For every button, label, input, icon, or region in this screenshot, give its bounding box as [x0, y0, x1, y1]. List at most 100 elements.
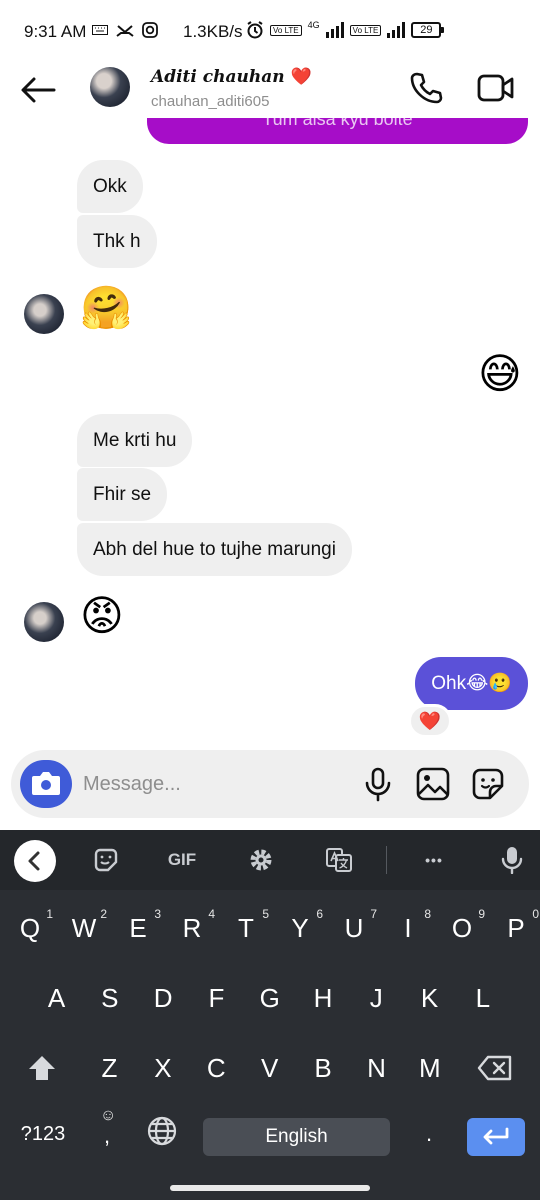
language-key[interactable]	[140, 1112, 184, 1156]
message-list[interactable]: Tum aisa kyu bolte Okk Thk h 🤗 😅 Me krti…	[0, 118, 540, 750]
enter-icon	[483, 1127, 509, 1145]
key-e[interactable]: E3	[111, 902, 165, 954]
instagram-icon	[142, 22, 158, 38]
contact-username[interactable]: chauhan_aditi605	[151, 93, 269, 110]
missed-call-icon	[116, 25, 134, 37]
soft-keyboard: GIF ••• Q1W2E3R4T5Y6U7I8O9P0 ASDFGHJKL Z…	[0, 830, 540, 1200]
key-l[interactable]: L	[456, 972, 509, 1024]
key-n[interactable]: N	[350, 1042, 403, 1094]
globe-icon	[147, 1116, 177, 1146]
status-notification-icons	[92, 22, 158, 38]
translate-button[interactable]	[319, 842, 359, 878]
keyboard-notify-icon	[92, 25, 108, 35]
incoming-message[interactable]: Abh del hue to tujhe marungi	[77, 523, 352, 576]
key-q[interactable]: Q1	[3, 902, 57, 954]
status-system-icons: Vo LTE 4G Vo LTE 29	[246, 20, 445, 39]
incoming-message[interactable]: Thk h	[77, 215, 157, 268]
key-t[interactable]: T5	[219, 902, 273, 954]
outgoing-message[interactable]: Ohk😂🥲	[415, 657, 528, 710]
message-composer	[11, 750, 529, 818]
key-f[interactable]: F	[190, 972, 243, 1024]
chevron-left-icon	[28, 851, 40, 871]
backspace-icon	[477, 1055, 512, 1081]
screen: 9:31 AM 1.3KB/s Vo LTE 4G Vo LTE 29 Adit…	[0, 0, 540, 1200]
key-row-1: Q1W2E3R4T5Y6U7I8O9P0	[0, 902, 540, 956]
key-y[interactable]: Y6	[273, 902, 327, 954]
toolbar-divider	[386, 846, 387, 874]
incoming-emoji-message[interactable]: 😡	[80, 592, 124, 640]
key-r[interactable]: R4	[165, 902, 219, 954]
key-a[interactable]: A	[30, 972, 83, 1024]
symbols-key[interactable]: ?123	[14, 1112, 72, 1156]
comma-emoji-key[interactable]: ☺ ,	[88, 1104, 128, 1158]
net-speed: 1.3KB/s	[183, 22, 243, 41]
video-camera-icon	[477, 74, 514, 102]
back-button[interactable]	[18, 72, 58, 108]
key-m[interactable]: M	[403, 1042, 456, 1094]
incoming-message[interactable]: Okk	[77, 160, 143, 213]
sticker-button[interactable]	[470, 766, 506, 802]
translate-icon	[326, 848, 352, 872]
sender-avatar[interactable]	[24, 294, 64, 334]
alarm-icon	[247, 21, 263, 39]
outgoing-emoji-message[interactable]: 😅	[478, 350, 522, 398]
key-g[interactable]: G	[243, 972, 296, 1024]
sender-avatar[interactable]	[24, 602, 64, 642]
key-k[interactable]: K	[403, 972, 456, 1024]
sticker-tool-button[interactable]	[86, 842, 126, 878]
key-b[interactable]: B	[297, 1042, 350, 1094]
gallery-button[interactable]	[415, 766, 451, 802]
incoming-message[interactable]: Fhir se	[77, 468, 168, 521]
gesture-nav-bar[interactable]	[170, 1185, 370, 1191]
heart-reaction[interactable]: ❤️	[408, 704, 452, 738]
microphone-icon	[365, 767, 391, 802]
key-u[interactable]: U7	[327, 902, 381, 954]
period-key[interactable]: .	[414, 1108, 444, 1152]
space-key[interactable]: English	[203, 1118, 390, 1156]
key-j[interactable]: J	[350, 972, 403, 1024]
key-p[interactable]: P0	[489, 902, 540, 954]
key-w[interactable]: W2	[57, 902, 111, 954]
keyboard-collapse-button[interactable]	[14, 840, 56, 882]
microphone-icon	[501, 847, 523, 875]
voice-call-button[interactable]	[408, 70, 444, 106]
network-type: 4G	[307, 20, 320, 30]
gif-button[interactable]: GIF	[162, 842, 202, 878]
key-c[interactable]: C	[190, 1042, 243, 1094]
shift-icon	[29, 1056, 55, 1080]
more-options-button[interactable]: •••	[414, 842, 454, 878]
shift-key[interactable]	[16, 1042, 68, 1094]
camera-button[interactable]	[20, 760, 72, 808]
voice-message-button[interactable]	[361, 766, 395, 802]
incoming-message[interactable]: Me krti hu	[77, 414, 193, 467]
backspace-key[interactable]	[466, 1042, 524, 1094]
volte-badge-2: Vo LTE	[349, 24, 382, 36]
key-x[interactable]: X	[136, 1042, 189, 1094]
signal-icon-1	[325, 22, 344, 38]
enter-key[interactable]	[467, 1118, 525, 1156]
key-row-2: ASDFGHJKL	[0, 972, 540, 1026]
key-z[interactable]: Z	[83, 1042, 136, 1094]
key-s[interactable]: S	[83, 972, 136, 1024]
status-bar: 9:31 AM 1.3KB/s Vo LTE 4G Vo LTE 29	[0, 0, 540, 62]
incoming-emoji-message[interactable]: 🤗	[80, 284, 132, 332]
keyboard-toolbar: GIF •••	[0, 830, 540, 890]
arrow-left-icon	[21, 77, 56, 103]
contact-name[interactable]: Aditi chauhan ❤️	[151, 67, 312, 87]
key-h[interactable]: H	[297, 972, 350, 1024]
gear-icon	[250, 849, 272, 871]
video-call-button[interactable]	[476, 70, 516, 106]
contact-avatar[interactable]	[90, 67, 130, 107]
key-o[interactable]: O9	[435, 902, 489, 954]
key-i[interactable]: I8	[381, 902, 435, 954]
key-d[interactable]: D	[137, 972, 190, 1024]
outgoing-message-clipped[interactable]: Tum aisa kyu bolte	[147, 118, 528, 144]
message-input[interactable]	[83, 762, 343, 806]
status-time: 9:31 AM	[24, 22, 87, 41]
voice-input-button[interactable]	[492, 842, 532, 878]
keyboard-settings-button[interactable]	[241, 842, 281, 878]
sticker-icon	[94, 848, 118, 872]
battery-icon: 29	[411, 22, 445, 38]
heart-emoji: ❤️	[290, 67, 312, 87]
key-v[interactable]: V	[243, 1042, 296, 1094]
